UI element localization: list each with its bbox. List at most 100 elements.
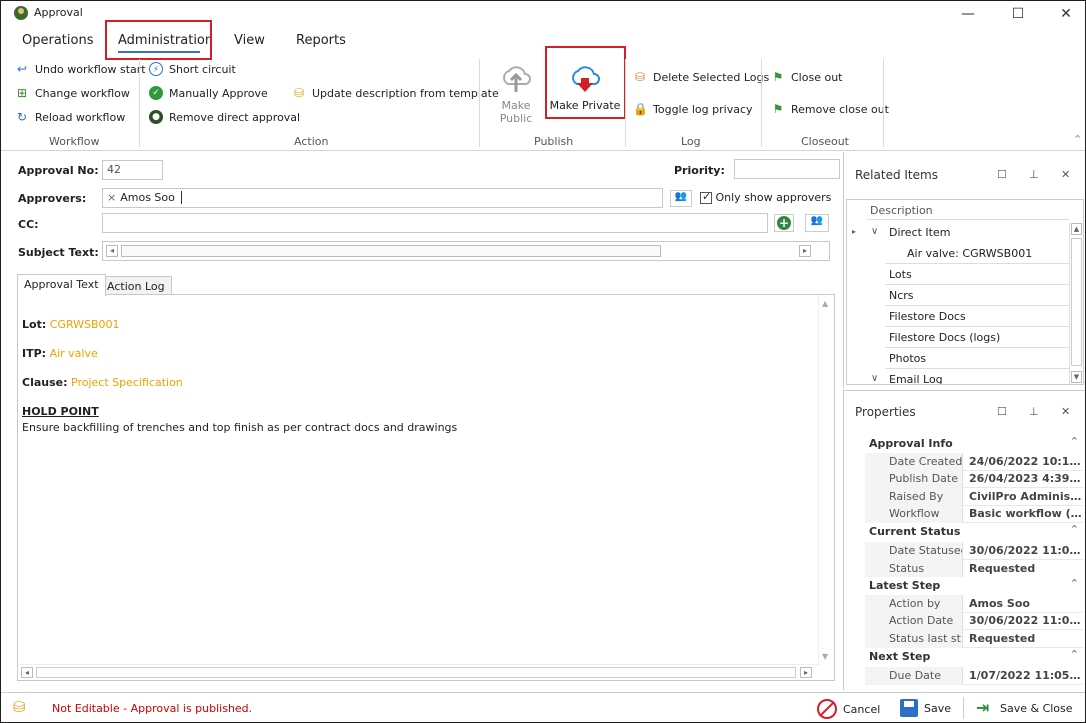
flag-icon: ⚑	[772, 70, 784, 84]
reload-icon: ↻	[16, 110, 28, 124]
chevron-up-icon: ⌃	[1069, 523, 1079, 536]
scroll-down-icon[interactable]: ▼	[822, 652, 828, 661]
tree-item-ncrs[interactable]: Ncrs	[885, 285, 1069, 306]
chevron-down-icon[interactable]: ∨	[871, 373, 878, 384]
cancel-icon	[817, 699, 837, 719]
remove-direct-approval-button[interactable]: ● Remove direct approval	[149, 110, 300, 124]
property-row: Status Requested	[865, 560, 1083, 578]
description-column-header[interactable]: Description	[867, 200, 1069, 220]
scroll-right-icon[interactable]: ▸	[800, 667, 812, 678]
remove-token-icon[interactable]: ×	[107, 191, 116, 204]
minimize-button[interactable]: —	[953, 3, 983, 25]
chevron-up-icon: ⌃	[1069, 648, 1079, 661]
approval-body-text: Ensure backfilling of trenches and top f…	[22, 421, 458, 434]
clause-value: Project Specification	[71, 376, 183, 389]
scroll-down-icon[interactable]: ▼	[1071, 371, 1082, 383]
tree-item-photos[interactable]: Photos	[885, 348, 1069, 369]
horizontal-scrollbar-thumb[interactable]	[36, 667, 796, 678]
lot-value: CGRWSB001	[49, 318, 120, 331]
tree-item-direct[interactable]: Direct Item	[885, 222, 1069, 243]
tab-approval-text[interactable]: Approval Text	[17, 274, 106, 296]
make-private-button[interactable]: Make Private	[549, 62, 621, 112]
tree-item-lots[interactable]: Lots	[885, 264, 1069, 285]
toggle-log-privacy-button[interactable]: 🔒 Toggle log privacy	[633, 102, 753, 116]
category-latest-step[interactable]: Latest Step ⌃	[865, 577, 1083, 595]
save-and-close-button[interactable]: ⇥ Save & Close	[976, 699, 1073, 717]
panel-float-icon[interactable]: ☐	[997, 405, 1007, 418]
pin-icon[interactable]: ⊥	[1029, 405, 1039, 418]
change-workflow-button[interactable]: ⊞ Change workflow	[15, 86, 130, 100]
status-separator	[963, 697, 964, 719]
ribbon-separator	[761, 59, 762, 147]
short-circuit-button[interactable]: ⚡ Short circuit	[149, 62, 236, 76]
checkbox-checked-icon	[700, 190, 712, 204]
panel-float-icon[interactable]: ☐	[997, 168, 1007, 181]
property-row: Date Statused 30/06/2022 11:05...	[865, 542, 1083, 560]
undo-workflow-button[interactable]: ↩ Undo workflow start	[15, 62, 146, 76]
database-refresh-icon: ⛁	[293, 86, 305, 100]
reload-workflow-button[interactable]: ↻ Reload workflow	[15, 110, 125, 124]
chevron-down-icon[interactable]: ∨	[871, 226, 878, 237]
cloud-download-icon	[572, 66, 600, 92]
panel-close-icon[interactable]: ✕	[1061, 168, 1070, 181]
maximize-button[interactable]: ☐	[1003, 3, 1033, 25]
editor-vertical-scrollbar[interactable]: ▲ ▼	[818, 295, 834, 665]
publish-group-label: Publish	[534, 135, 574, 148]
property-row: Action Date 30/06/2022 11:05...	[865, 612, 1083, 630]
close-out-button[interactable]: ⚑ Close out	[771, 70, 843, 84]
approvers-label: Approvers:	[18, 192, 87, 205]
only-show-approvers-checkbox[interactable]: Only show approvers	[700, 190, 831, 204]
editor-horizontal-scrollbar[interactable]: ◂ ▸	[18, 664, 818, 680]
pin-icon[interactable]: ⊥	[1029, 168, 1039, 181]
users-picker-icon[interactable]: 👥	[805, 214, 829, 232]
check-circle-icon: ✓	[149, 86, 163, 100]
active-tab-underline	[118, 51, 200, 53]
make-public-button[interactable]: Make Public	[485, 62, 547, 125]
category-next-step[interactable]: Next Step ⌃	[865, 648, 1083, 666]
scroll-right-icon[interactable]: ▸	[799, 245, 811, 257]
collapse-ribbon-icon[interactable]: ⌃	[1073, 133, 1082, 146]
category-current-status[interactable]: Current Status ⌃	[865, 523, 1083, 541]
cancel-button[interactable]: Cancel	[817, 699, 880, 719]
cc-field[interactable]	[102, 213, 768, 233]
expand-arrow-icon[interactable]: ▸	[852, 227, 856, 236]
vertical-scrollbar-thumb[interactable]	[1071, 238, 1082, 366]
add-cc-button[interactable]: +	[774, 214, 794, 232]
subject-text-label: Subject Text:	[18, 246, 99, 259]
panel-close-icon[interactable]: ✕	[1061, 405, 1070, 418]
approval-no-field[interactable]: 42	[102, 160, 163, 180]
tree-item-air-valve[interactable]: Air valve: CGRWSB001	[885, 243, 1069, 264]
tree-item-filestore-docs[interactable]: Filestore Docs	[885, 306, 1069, 327]
lightning-icon: ⚡	[149, 62, 163, 76]
tab-operations[interactable]: Operations	[22, 33, 93, 48]
horizontal-scrollbar-thumb[interactable]	[121, 245, 661, 257]
users-picker-icon[interactable]: 👥	[670, 190, 692, 207]
scroll-left-icon[interactable]: ◂	[106, 245, 118, 257]
scroll-up-icon[interactable]: ▲	[1071, 223, 1082, 235]
chevron-up-icon: ⌃	[1069, 577, 1079, 590]
manually-approve-button[interactable]: ✓ Manually Approve	[149, 86, 268, 100]
scroll-up-icon[interactable]: ▲	[822, 299, 828, 308]
database-delete-icon: ⛁	[634, 70, 646, 84]
remove-close-out-button[interactable]: ⚑ Remove close out	[771, 102, 889, 116]
approval-text-editor[interactable]: Lot: CGRWSB001 ITP: Air valve Clause: Pr…	[17, 294, 835, 681]
tree-item-email-log[interactable]: Email Log	[885, 369, 1069, 384]
lot-line: Lot: CGRWSB001	[22, 318, 120, 331]
tab-reports[interactable]: Reports	[296, 33, 346, 48]
undo-icon: ↩	[16, 62, 28, 76]
tab-action-log[interactable]: Action Log	[100, 276, 172, 295]
tree-vertical-scrollbar[interactable]: ▲ ▼	[1069, 222, 1083, 384]
action-group-label: Action	[294, 135, 329, 148]
delete-selected-logs-button[interactable]: ⛁ Delete Selected Logs	[633, 70, 769, 84]
update-description-button[interactable]: ⛁ Update description from template	[292, 86, 499, 100]
tab-view[interactable]: View	[234, 33, 265, 48]
category-approval-info[interactable]: Approval Info ⌃	[865, 435, 1083, 453]
tree-item-filestore-logs[interactable]: Filestore Docs (logs)	[885, 327, 1069, 348]
approvers-field[interactable]: × Amos Soo	[102, 188, 663, 208]
save-button[interactable]: Save	[900, 699, 951, 717]
app-user-icon	[14, 6, 28, 20]
subject-text-field[interactable]: ◂ ▸	[102, 241, 830, 261]
scroll-left-icon[interactable]: ◂	[21, 667, 33, 678]
close-button[interactable]: ✕	[1051, 3, 1081, 25]
priority-field[interactable]	[734, 159, 840, 179]
